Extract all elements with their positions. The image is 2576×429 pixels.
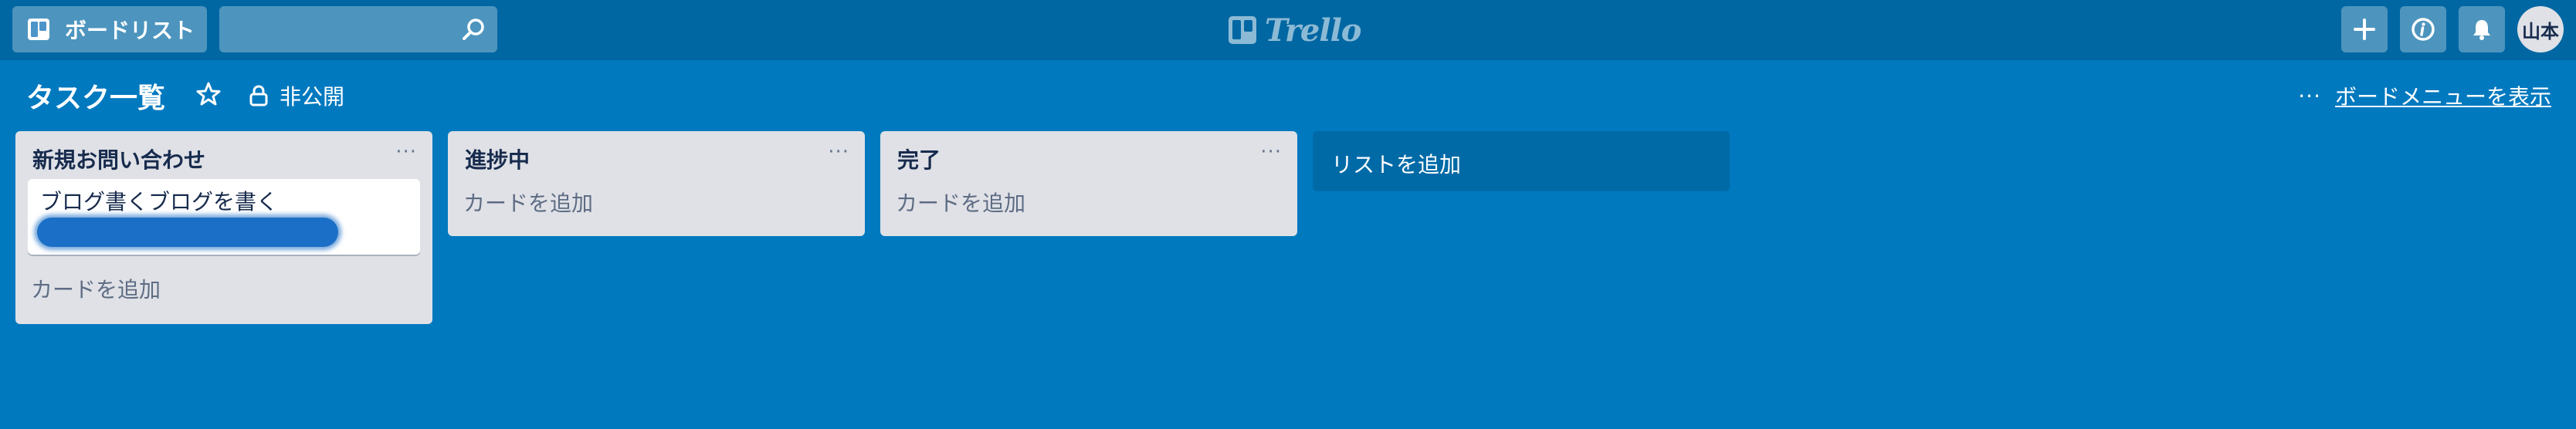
add-card-button[interactable]: カードを追加 — [448, 179, 865, 222]
visibility-label: 非公開 — [280, 84, 345, 110]
plus-icon — [2353, 18, 2376, 41]
boards-button-label: ボードリスト — [65, 18, 195, 43]
search-input[interactable] — [219, 6, 451, 52]
add-card-button[interactable]: カードを追加 — [15, 265, 432, 309]
list-menu-icon[interactable]: ··· — [395, 140, 417, 164]
boards-button[interactable]: ボードリスト — [12, 6, 207, 52]
notifications-button[interactable] — [2459, 6, 2505, 52]
list-title[interactable]: 完了 — [897, 144, 941, 174]
list-header: 新規お問い合わせ ··· — [15, 131, 432, 179]
list-title[interactable]: 新規お問い合わせ — [32, 144, 205, 174]
lock-icon — [249, 84, 269, 107]
list-title[interactable]: 進捗中 — [465, 144, 530, 174]
trello-logo[interactable]: Trello — [1228, 9, 1361, 51]
card-title: ブログ書くブログを書く — [40, 189, 279, 214]
board-title[interactable]: タスク一覧 — [26, 76, 165, 116]
search-icon[interactable] — [459, 14, 490, 45]
search-box — [219, 6, 497, 52]
show-board-menu-link[interactable]: ··· ボードメニューを表示 — [2298, 80, 2551, 111]
redacted-content — [37, 218, 338, 247]
star-icon[interactable] — [195, 80, 222, 108]
list-header: 完了 ··· — [880, 131, 1297, 179]
bell-icon — [2469, 17, 2494, 42]
board-icon — [26, 17, 51, 42]
visibility-button[interactable]: 非公開 — [249, 80, 344, 111]
list-header: 進捗中 ··· — [448, 131, 865, 179]
list-menu-icon[interactable]: ··· — [828, 140, 849, 164]
card[interactable]: ブログ書くブログを書く — [28, 179, 420, 255]
list-done: 完了 ··· カードを追加 — [880, 131, 1297, 236]
top-header: ボードリスト Trello 山本 — [0, 0, 2576, 60]
list-menu-icon[interactable]: ··· — [1260, 140, 1282, 164]
list-new-inquiries: 新規お問い合わせ ··· ブログ書くブログを書く カードを追加 — [15, 131, 432, 324]
show-board-menu-label: ボードメニューを表示 — [2334, 84, 2551, 110]
trello-logo-text: Trello — [1265, 12, 1361, 49]
add-card-button[interactable]: カードを追加 — [880, 179, 1297, 222]
info-button[interactable] — [2400, 6, 2446, 52]
list-in-progress: 進捗中 ··· カードを追加 — [448, 131, 865, 236]
avatar[interactable]: 山本 — [2517, 6, 2564, 52]
more-icon: ··· — [2298, 83, 2321, 109]
create-button[interactable] — [2341, 6, 2388, 52]
add-list-button[interactable]: リストを追加 — [1313, 131, 1730, 191]
trello-logo-icon — [1228, 15, 1257, 45]
info-icon — [2411, 17, 2435, 42]
